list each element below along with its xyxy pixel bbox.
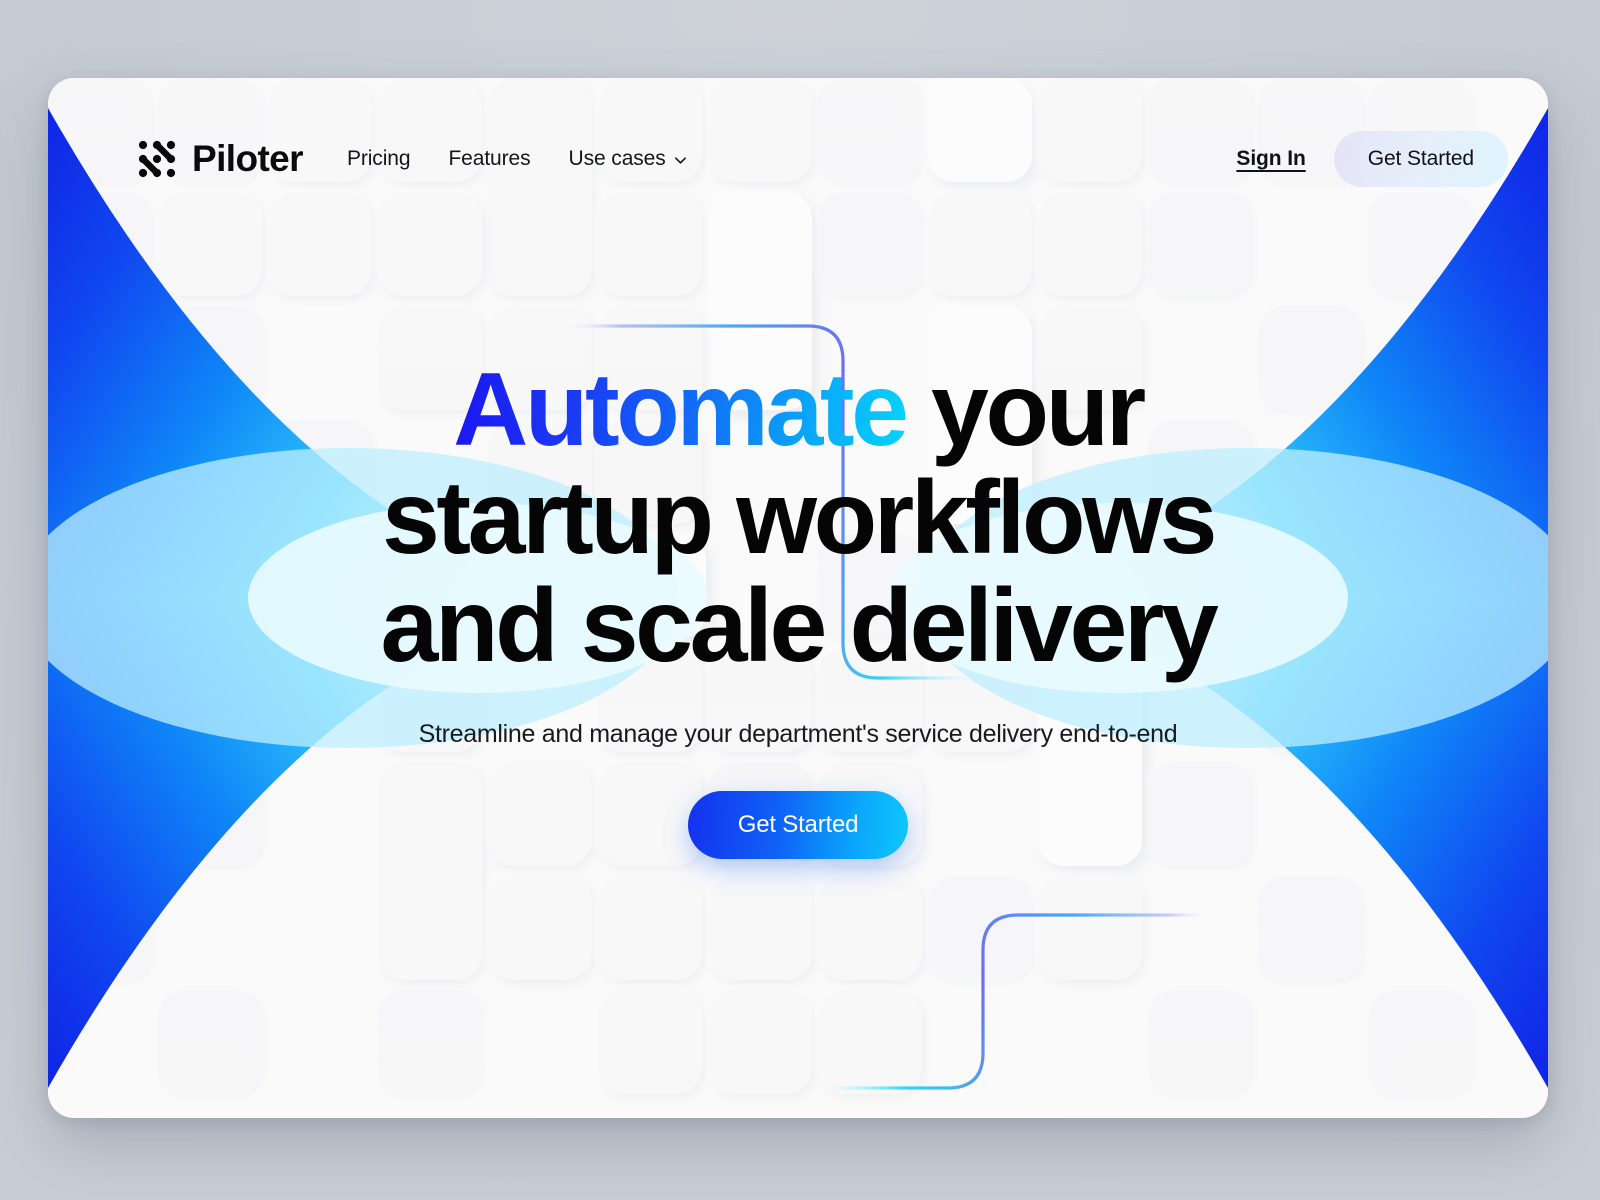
- landing-page: Piloter Pricing Features Use cases Sign …: [0, 0, 1600, 1200]
- background-tile: [1368, 990, 1472, 1094]
- brand-name: Piloter: [192, 138, 304, 179]
- background-tile: [48, 192, 152, 296]
- background-tile: [708, 876, 812, 980]
- sign-in-link[interactable]: Sign In: [1236, 147, 1305, 171]
- background-tile: [708, 990, 812, 1094]
- hero-subheading: Streamline and manage your department's …: [418, 720, 1178, 749]
- background-tile: [378, 990, 482, 1094]
- dot-grid-logo-icon: [138, 140, 176, 178]
- headline-gradient-word: Automate: [453, 352, 909, 468]
- background-tile: [818, 990, 922, 1094]
- nav-link-pricing[interactable]: Pricing: [347, 147, 411, 171]
- background-tile: [1038, 876, 1142, 980]
- hero-content: Automate your startup workflows and scal…: [48, 356, 1548, 860]
- nav-link-use-cases[interactable]: Use cases: [569, 147, 688, 171]
- background-tile: [598, 990, 702, 1094]
- nav-link-features-label: Features: [448, 147, 531, 170]
- background-tile: [928, 876, 1032, 980]
- brand-logo[interactable]: Piloter: [136, 138, 304, 180]
- background-tile: [928, 192, 1032, 296]
- hero-card: Piloter Pricing Features Use cases Sign …: [48, 78, 1548, 1118]
- nav-link-use-cases-label: Use cases: [568, 147, 666, 170]
- background-tile: [488, 876, 592, 980]
- background-tile: [1148, 990, 1252, 1094]
- background-tile: [158, 192, 262, 296]
- hero-get-started-button[interactable]: Get Started: [687, 791, 909, 860]
- nav-get-started-button[interactable]: Get Started: [1333, 131, 1508, 187]
- page-title: Automate your startup workflows and scal…: [208, 356, 1388, 680]
- background-tile: [48, 876, 152, 980]
- background-tile: [1038, 192, 1142, 296]
- nav-right-group: Sign In Get Started: [1236, 131, 1508, 187]
- nav-links: Pricing Features Use cases: [347, 147, 688, 171]
- background-tile: [1258, 876, 1362, 980]
- background-tile: [378, 192, 482, 296]
- background-tile: [598, 192, 702, 296]
- top-navbar: Piloter Pricing Features Use cases Sign …: [48, 128, 1548, 190]
- background-tile: [818, 876, 922, 980]
- background-tile: [1368, 192, 1472, 296]
- chevron-down-icon: [674, 157, 686, 164]
- background-tile: [158, 990, 262, 1094]
- background-tile: [598, 876, 702, 980]
- headline-line2: startup workflows: [381, 460, 1217, 577]
- headline-line1-rest: your: [905, 352, 1146, 468]
- nav-link-pricing-label: Pricing: [346, 147, 411, 170]
- headline-line3: and scale delivery: [380, 568, 1219, 685]
- background-tile: [268, 192, 372, 296]
- nav-link-features[interactable]: Features: [448, 147, 530, 171]
- background-tile: [1148, 192, 1252, 296]
- background-tile: [818, 192, 922, 296]
